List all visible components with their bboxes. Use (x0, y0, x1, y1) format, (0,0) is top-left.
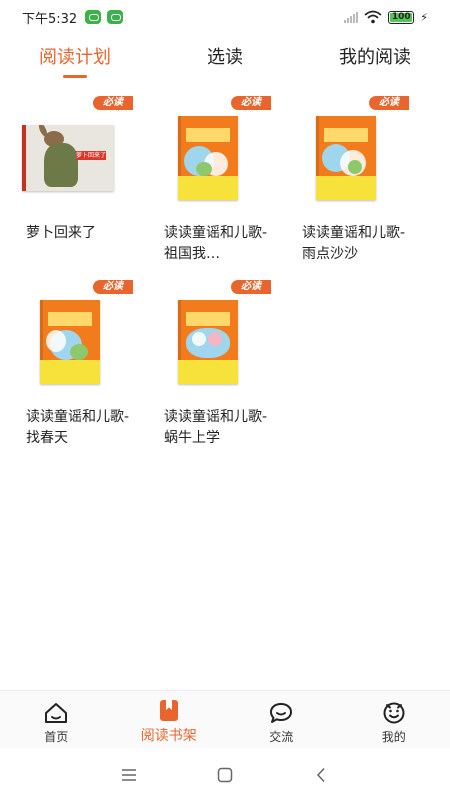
chat-icon (270, 703, 293, 723)
status-bar: 下午5:32 100 ⚡ (0, 0, 450, 34)
nav-mine[interactable]: 我的 (338, 691, 450, 748)
tab-label: 选读 (207, 47, 243, 68)
book-card[interactable]: 必读 读读童谣和儿歌-雨点沙沙 (288, 96, 426, 272)
book-cover (22, 300, 114, 384)
nav-bookshelf[interactable]: 阅读书架 (113, 691, 226, 748)
tab-my-reading[interactable]: 我的阅读 (300, 34, 450, 82)
battery-icon: 100 (388, 10, 415, 24)
smiley-icon (383, 702, 405, 724)
menu-icon (122, 769, 136, 781)
book-title: 读读童谣和儿歌-找春天 (26, 409, 130, 446)
tab-reading-plan[interactable]: 阅读计划 (0, 34, 150, 82)
nav-label: 首页 (44, 730, 69, 744)
nav-home[interactable]: 首页 (0, 691, 113, 748)
tab-label: 阅读计划 (39, 47, 111, 68)
signal-icon (344, 11, 359, 23)
square-icon (217, 767, 233, 783)
wechat-icon (85, 10, 102, 24)
book-card[interactable]: 必读 读读童谣和儿歌-蜗牛上学 (150, 280, 288, 456)
book-card[interactable]: 必读 萝卜回来了 萝卜回来了 (12, 96, 150, 272)
home-button[interactable] (212, 762, 238, 788)
tab-elective-reading[interactable]: 选读 (150, 34, 300, 82)
required-badge: 必读 (369, 96, 409, 110)
nav-chat[interactable]: 交流 (225, 691, 338, 748)
bottom-navigation: 首页 阅读书架 交流 我的 (0, 690, 450, 748)
book-cover (298, 116, 390, 200)
book-card[interactable]: 必读 读读童谣和儿歌-祖国我… (150, 96, 288, 272)
book-title: 读读童谣和儿歌-蜗牛上学 (164, 409, 268, 446)
cover-title: 萝卜回来了 (76, 151, 106, 160)
book-grid: 必读 萝卜回来了 萝卜回来了 必读 读读童谣和儿歌-祖国我… 必读 读读童谣和儿… (12, 96, 438, 456)
status-time: 下午5:32 (22, 11, 78, 27)
active-tab-indicator (63, 75, 87, 78)
battery-level: 100 (391, 11, 411, 22)
required-badge: 必读 (231, 280, 271, 294)
nav-label: 阅读书架 (140, 728, 197, 744)
wifi-icon (364, 10, 382, 24)
book-title: 读读童谣和儿歌-祖国我… (164, 225, 268, 262)
book-card[interactable]: 必读 读读童谣和儿歌-找春天 (12, 280, 150, 456)
back-button[interactable] (308, 762, 334, 788)
top-tabs: 阅读计划 选读 我的阅读 (0, 34, 450, 82)
book-cover (160, 116, 252, 200)
charging-icon: ⚡ (420, 10, 428, 24)
system-navigation-bar (0, 750, 450, 800)
wechat-icon (107, 10, 124, 24)
required-badge: 必读 (93, 280, 133, 294)
home-icon (45, 703, 68, 723)
required-badge: 必读 (231, 96, 271, 110)
required-badge: 必读 (93, 96, 133, 110)
menu-button[interactable] (116, 762, 142, 788)
back-arrow-icon (316, 767, 325, 783)
tab-label: 我的阅读 (339, 47, 411, 68)
book-title: 读读童谣和儿歌-雨点沙沙 (302, 225, 406, 262)
book-cover (160, 300, 252, 384)
nav-label: 我的 (381, 730, 406, 744)
bookmark-icon (159, 700, 178, 721)
book-title: 萝卜回来了 (26, 225, 96, 241)
nav-label: 交流 (269, 730, 294, 744)
book-cover: 萝卜回来了 (22, 116, 114, 194)
